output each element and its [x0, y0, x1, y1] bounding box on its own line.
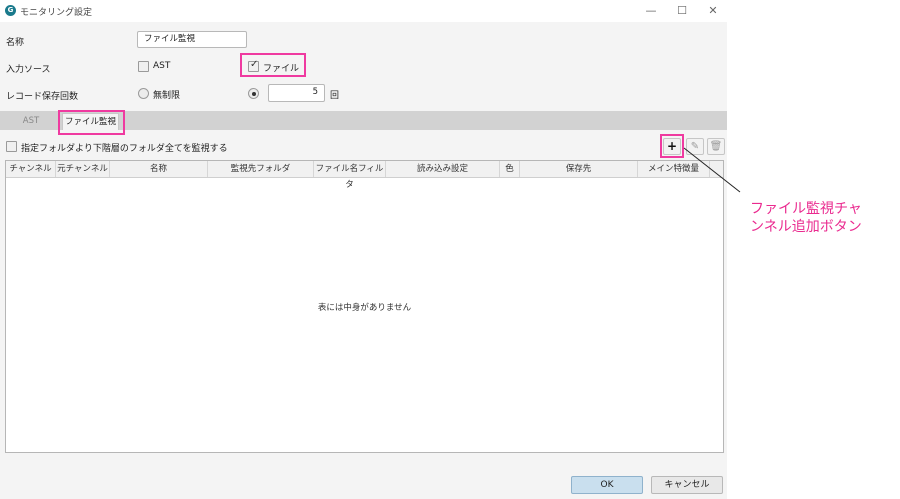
add-button-callout: ファイル監視チャ ンネル追加ボタン	[750, 200, 862, 236]
callout-line-2: ンネル追加ボタン	[750, 219, 862, 235]
callout-leader-line	[683, 147, 741, 193]
callout-line-1: ファイル監視チャ	[750, 201, 862, 217]
